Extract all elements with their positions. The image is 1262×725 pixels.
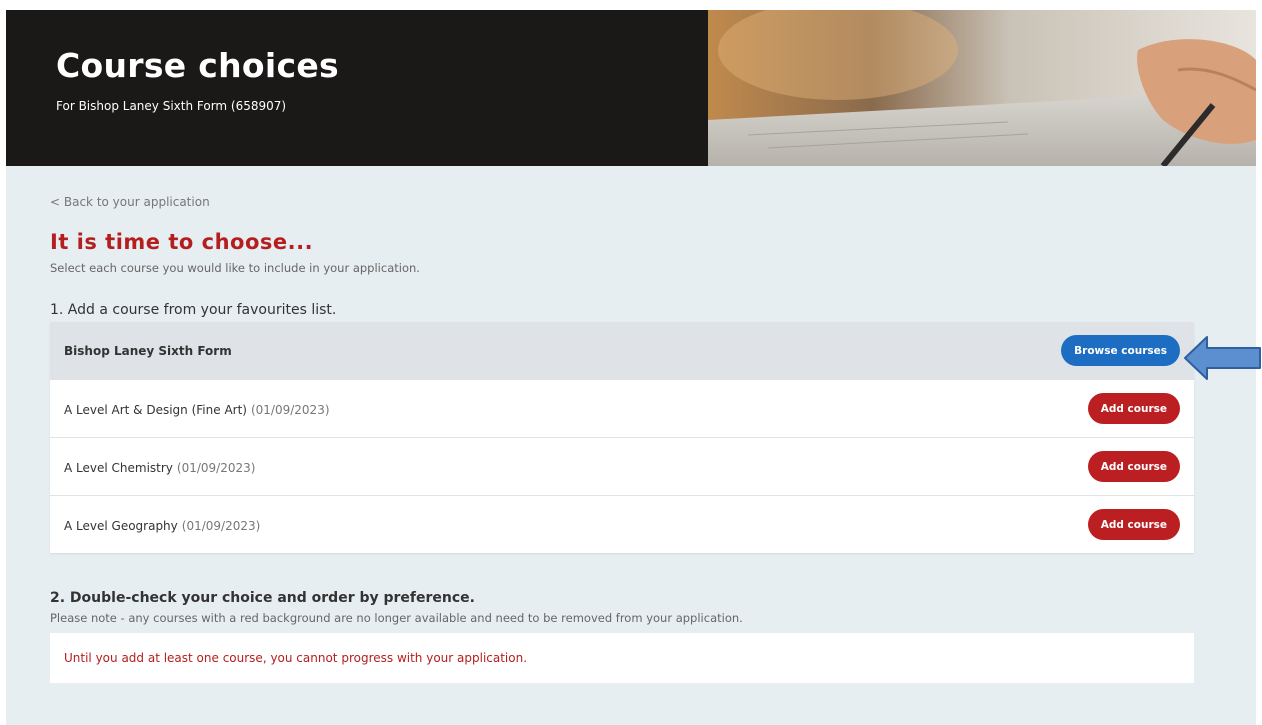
course-date: (01/09/2023) xyxy=(250,403,330,417)
page-title: Course choices xyxy=(56,46,339,85)
header-photo xyxy=(708,10,1256,166)
add-course-button[interactable]: Add course xyxy=(1087,509,1180,540)
favourites-table: Bishop Laney Sixth Form Browse courses A… xyxy=(50,322,1194,553)
add-course-button[interactable]: Add course xyxy=(1087,393,1180,424)
add-course-button[interactable]: Add course xyxy=(1087,451,1180,482)
course-row: A Level Chemistry (01/09/2023) Add course xyxy=(50,437,1194,495)
step1-title: 1. Add a course from your favourites lis… xyxy=(50,302,337,318)
school-header-row: Bishop Laney Sixth Form Browse courses xyxy=(50,322,1194,379)
warning-box: Until you add at least one course, you c… xyxy=(50,633,1194,683)
course-name: A Level Art & Design (Fine Art) xyxy=(64,403,247,417)
left-arrow-icon xyxy=(1184,336,1261,380)
warning-message: Until you add at least one course, you c… xyxy=(64,651,528,665)
page-header: Course choices For Bishop Laney Sixth Fo… xyxy=(6,10,1256,166)
course-label: A Level Chemistry (01/09/2023) xyxy=(64,457,255,476)
course-name: A Level Chemistry xyxy=(64,461,173,475)
course-row: A Level Art & Design (Fine Art) (01/09/20… xyxy=(50,379,1194,437)
browse-courses-button[interactable]: Browse courses xyxy=(1061,335,1180,366)
step2-title: 2. Double-check your choice and order by… xyxy=(50,590,475,606)
course-row: A Level Geography (01/09/2023) Add course xyxy=(50,495,1194,553)
school-name: Bishop Laney Sixth Form xyxy=(64,343,232,358)
course-name: A Level Geography xyxy=(64,519,178,533)
step2-note: Please note - any courses with a red bac… xyxy=(50,611,743,625)
course-date: (01/09/2023) xyxy=(181,519,261,533)
course-label: A Level Art & Design (Fine Art) (01/09/20… xyxy=(64,399,330,418)
section-heading: It is time to choose... xyxy=(50,230,314,254)
page-subtitle: For Bishop Laney Sixth Form (658907) xyxy=(56,99,287,113)
back-to-application-link[interactable]: < Back to your application xyxy=(50,195,210,209)
writing-hand-image xyxy=(708,10,1256,166)
intro-text: Select each course you would like to inc… xyxy=(50,261,420,275)
course-label: A Level Geography (01/09/2023) xyxy=(64,515,260,534)
course-date: (01/09/2023) xyxy=(176,461,256,475)
